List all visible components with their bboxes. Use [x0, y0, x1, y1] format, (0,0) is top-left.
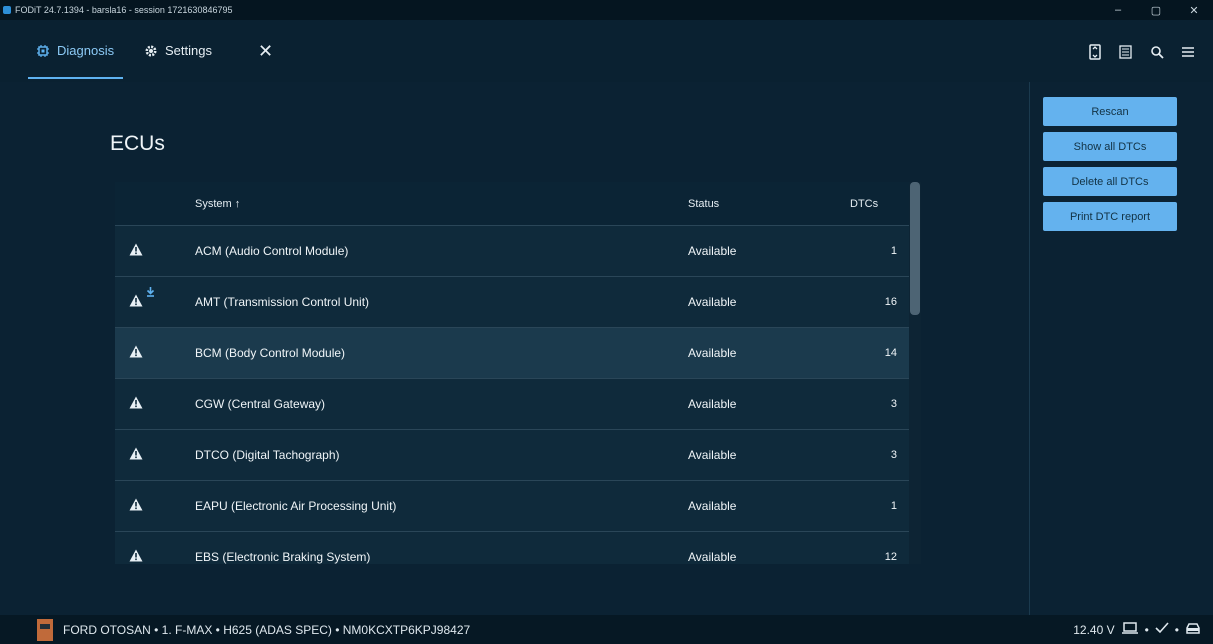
- dtc-count: 3: [890, 398, 897, 410]
- warning-cell: [115, 481, 195, 531]
- status-value: Available: [688, 244, 737, 258]
- title-bar: FODiT 24.7.1394 - barsla16 - session 172…: [0, 0, 1213, 20]
- system-name: ACM (Audio Control Module): [195, 244, 349, 258]
- status-value: Available: [688, 397, 737, 411]
- dtc-count: 3: [890, 449, 897, 461]
- scrollbar-thumb[interactable]: [910, 182, 920, 315]
- warning-cell: [115, 430, 195, 480]
- vehicle-info: FORD OTOSAN • 1. F-MAX • H625 (ADAS SPEC…: [63, 622, 471, 637]
- dtc-count: 16: [884, 296, 897, 308]
- close-icon[interactable]: ✕: [258, 42, 273, 60]
- show-all-dtcs-button[interactable]: Show all DTCs: [1043, 132, 1177, 161]
- status-bar: FORD OTOSAN • 1. F-MAX • H625 (ADAS SPEC…: [0, 615, 1213, 644]
- truck-icon: [37, 618, 53, 641]
- system-name: EBS (Electronic Braking System): [195, 550, 371, 564]
- status-value: Available: [688, 295, 737, 309]
- tab-settings-label: Settings: [165, 43, 212, 58]
- system-name: AMT (Transmission Control Unit): [195, 295, 370, 309]
- warning-icon: [129, 243, 143, 259]
- ecu-table: System ↑ Status DTCs ACM (Audio Control …: [115, 182, 909, 564]
- warning-icon: [129, 345, 143, 361]
- system-name: DTCO (Digital Tachograph): [195, 448, 340, 462]
- tab-diagnosis[interactable]: Diagnosis: [36, 43, 114, 58]
- chip-icon: [36, 44, 50, 58]
- delete-all-dtcs-button[interactable]: Delete all DTCs: [1043, 167, 1177, 196]
- tab-settings[interactable]: Settings: [144, 43, 212, 58]
- tab-diagnosis-label: Diagnosis: [57, 43, 115, 58]
- table-row[interactable]: BCM (Body Control Module) Available 14: [115, 328, 909, 379]
- app-icon: [3, 6, 11, 14]
- tab-bar: Diagnosis Settings ✕: [0, 20, 1213, 82]
- status-column-header[interactable]: Status: [688, 198, 828, 210]
- table-row[interactable]: EAPU (Electronic Air Processing Unit) Ava…: [115, 481, 909, 532]
- separator: •: [1144, 622, 1149, 637]
- table-row[interactable]: ACM (Audio Control Module) Available 1: [115, 226, 909, 277]
- table-row[interactable]: DTCO (Digital Tachograph) Available 3: [115, 430, 909, 481]
- page-title: ECUs: [110, 132, 165, 155]
- table-row[interactable]: CGW (Central Gateway) Available 3: [115, 379, 909, 430]
- warning-cell: [115, 277, 195, 327]
- warning-icon: [129, 498, 143, 514]
- table-scrollbar[interactable]: [909, 182, 921, 564]
- search-icon[interactable]: [1141, 42, 1172, 62]
- status-value: Available: [688, 448, 737, 462]
- icon-column-header: [115, 182, 195, 225]
- system-name: EAPU (Electronic Air Processing Unit): [195, 499, 397, 513]
- warning-icon: [129, 447, 143, 463]
- system-name: BCM (Body Control Module): [195, 346, 346, 360]
- car-icon: [1185, 622, 1201, 638]
- system-column-header[interactable]: System ↑: [195, 198, 688, 210]
- dtcs-column-header[interactable]: DTCs: [828, 198, 909, 210]
- download-icon: [146, 286, 155, 300]
- table-icon[interactable]: [1110, 42, 1141, 62]
- rescan-button[interactable]: Rescan: [1043, 97, 1177, 126]
- system-name: CGW (Central Gateway): [195, 397, 326, 411]
- print-dtc-report-button[interactable]: Print DTC report: [1043, 202, 1177, 231]
- warning-icon: [129, 549, 143, 564]
- table-row[interactable]: EBS (Electronic Braking System) Available…: [115, 532, 909, 564]
- warning-icon: [129, 396, 143, 412]
- dtc-count: 1: [890, 500, 897, 512]
- status-value: Available: [688, 346, 737, 360]
- table-header: System ↑ Status DTCs: [115, 182, 909, 226]
- side-panel-divider: [1029, 82, 1030, 615]
- table-row[interactable]: AMT (Transmission Control Unit) Available…: [115, 277, 909, 328]
- dtc-count: 14: [884, 347, 897, 359]
- warning-cell: [115, 379, 195, 429]
- dtc-count: 1: [890, 245, 897, 257]
- close-window-button[interactable]: ✕: [1175, 0, 1213, 20]
- active-tab-indicator: [28, 77, 123, 79]
- status-value: Available: [688, 550, 737, 564]
- separator: •: [1174, 622, 1179, 637]
- warning-cell: [115, 328, 195, 378]
- window-title: FODiT 24.7.1394 - barsla16 - session 172…: [15, 5, 233, 15]
- laptop-icon: [1121, 622, 1139, 637]
- status-value: Available: [688, 499, 737, 513]
- warning-cell: [115, 226, 195, 276]
- check-icon: [1155, 622, 1169, 637]
- warning-cell: [115, 532, 195, 564]
- gear-icon: [144, 44, 158, 58]
- ecu-icon[interactable]: [1079, 42, 1110, 62]
- action-panel: Rescan Show all DTCs Delete all DTCs Pri…: [1043, 97, 1177, 237]
- restore-button[interactable]: ▢: [1137, 0, 1175, 20]
- warning-icon: [129, 294, 143, 310]
- battery-voltage: 12.40 V: [1073, 622, 1115, 637]
- dtc-count: 12: [884, 551, 897, 563]
- menu-icon[interactable]: [1172, 42, 1203, 62]
- minimize-button[interactable]: –: [1099, 0, 1137, 20]
